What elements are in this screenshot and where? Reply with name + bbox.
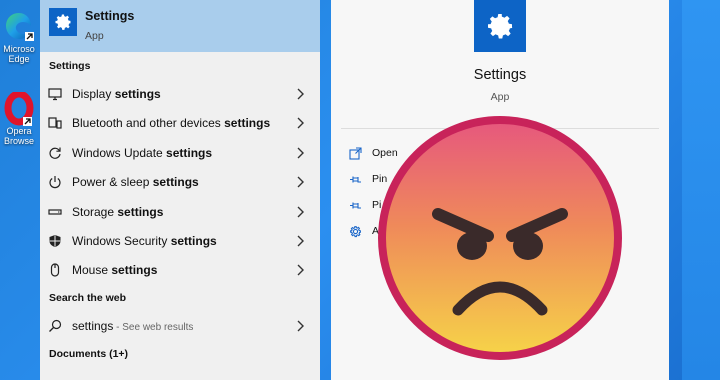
desktop-shortcut-label: Microso Edge [3, 44, 35, 64]
action-app-settings[interactable]: A [348, 222, 379, 240]
chevron-right-icon[interactable] [294, 320, 306, 332]
search-icon [47, 318, 63, 334]
storage-drive-icon [47, 204, 63, 220]
result-windows-security-settings[interactable]: Windows Security settings [40, 226, 320, 255]
gear-icon [474, 0, 526, 52]
opera-icon [3, 90, 35, 126]
search-results-panel: Settings App Settings Display settings B… [40, 0, 320, 380]
gear-icon [49, 8, 77, 36]
result-label: Windows Security settings [72, 233, 217, 248]
chevron-right-icon[interactable] [294, 88, 306, 100]
gear-icon [348, 224, 362, 238]
desktop-background-right [682, 0, 720, 380]
settings-section-header: Settings [49, 60, 91, 72]
result-label: Storage settings [72, 204, 164, 219]
chevron-right-icon[interactable] [294, 206, 306, 218]
power-icon [47, 174, 63, 190]
chevron-right-icon[interactable] [294, 235, 306, 247]
pin-icon [348, 172, 362, 186]
mouse-icon [47, 262, 63, 278]
desktop-shortcut-label: Opera Browse [3, 126, 34, 146]
refresh-icon [47, 145, 63, 161]
best-match-title: Settings [85, 9, 135, 23]
result-label: Display settings [72, 86, 161, 101]
chevron-right-icon[interactable] [294, 147, 306, 159]
result-display-settings[interactable]: Display settings [40, 79, 320, 108]
chevron-right-icon[interactable] [294, 176, 306, 188]
best-match-subtitle: App [85, 30, 104, 42]
shield-icon [47, 233, 63, 249]
preview-title: Settings [473, 67, 527, 83]
best-match-settings-app[interactable]: Settings App [40, 0, 320, 52]
result-label: Windows Update settings [72, 145, 213, 160]
angry-face-emoji [376, 114, 624, 362]
preview-subtitle: App [490, 91, 510, 103]
pin-icon [348, 198, 362, 212]
chevron-right-icon[interactable] [294, 264, 306, 276]
search-web-header: Search the web [49, 292, 127, 304]
result-label: Mouse settings [72, 262, 158, 277]
desktop-shortcut-edge[interactable]: Microso Edge [0, 10, 42, 64]
edge-icon [3, 10, 35, 42]
bluetooth-devices-icon [47, 115, 63, 131]
desktop-shortcut-opera[interactable]: Opera Browse [0, 90, 42, 146]
result-bluetooth-settings[interactable]: Bluetooth and other devices settings [40, 108, 320, 137]
open-icon [348, 146, 362, 160]
result-storage-settings[interactable]: Storage settings [40, 197, 320, 226]
result-mouse-settings[interactable]: Mouse settings [40, 255, 320, 284]
result-label: Power & sleep settings [72, 174, 199, 189]
result-power-sleep-settings[interactable]: Power & sleep settings [40, 167, 320, 196]
monitor-icon [47, 86, 63, 102]
web-result-label: settings - See web results [72, 318, 194, 333]
documents-header[interactable]: Documents (1+) [49, 348, 128, 360]
chevron-right-icon[interactable] [294, 117, 306, 129]
web-result-settings[interactable]: settings - See web results [40, 311, 320, 340]
result-label: Bluetooth and other devices settings [72, 115, 271, 130]
result-windows-update-settings[interactable]: Windows Update settings [40, 138, 320, 167]
